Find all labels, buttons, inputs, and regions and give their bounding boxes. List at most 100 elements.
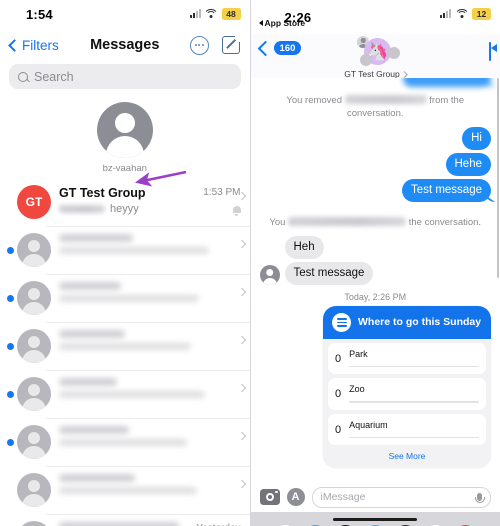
conversation-time: 1:53 PM <box>203 187 241 198</box>
scrollbar[interactable] <box>496 78 499 278</box>
poll-card[interactable]: Where to go this Sunday 0 Park 0 Zoo 0 A… <box>323 306 491 469</box>
conversation-preview: heyyy <box>59 202 203 216</box>
contact-name: bz-vaahan <box>102 163 147 174</box>
status-indicators: 48 <box>189 8 241 20</box>
poll-list-icon <box>332 313 351 332</box>
left-status-bar: 1:54 48 <box>0 0 250 28</box>
preview-text: heyyy <box>110 203 139 215</box>
message-row <box>260 78 491 87</box>
member-avatar-icon <box>360 54 373 66</box>
unread-dot <box>7 295 14 302</box>
microphone-icon[interactable] <box>474 493 485 503</box>
poll-option-label: Park <box>349 349 368 359</box>
search-input[interactable]: Search <box>9 64 241 89</box>
message-row: Heh <box>260 236 492 259</box>
back-button[interactable]: 160 <box>257 34 302 56</box>
blurred-title <box>59 234 133 242</box>
battery-badge: 12 <box>472 8 491 20</box>
conversation-title: GT Test Group <box>59 186 146 200</box>
list-item[interactable] <box>0 226 250 274</box>
right-phone-screen: 2:26 App Store 12 160 🦄 GT Test Group Yo… <box>249 0 500 526</box>
list-item-body <box>59 377 241 398</box>
app-store-icon[interactable]: A <box>286 488 305 506</box>
blurred-title <box>59 426 129 434</box>
see-more-button[interactable]: See More <box>323 449 491 468</box>
blurred-sender <box>59 205 105 213</box>
avatar <box>17 233 51 267</box>
member-avatar-icon <box>357 36 370 48</box>
compose-icon[interactable] <box>221 36 240 54</box>
wifi-icon <box>203 8 219 19</box>
battery-badge: 48 <box>221 8 241 20</box>
poll-option[interactable]: 0 Zoo <box>328 378 486 410</box>
ellipsis-circle-icon[interactable] <box>189 35 209 55</box>
message-bubble-outgoing: Test message <box>402 179 491 202</box>
list-item[interactable]: Yesterday <box>0 514 250 526</box>
list-item-body <box>59 329 241 350</box>
blurred-title <box>59 282 121 290</box>
system-text-before: You <box>269 217 286 228</box>
wifi-icon <box>454 8 469 19</box>
message-bubble-outgoing: Hehe <box>445 153 491 176</box>
blurred-preview <box>59 439 187 446</box>
message-bubble-incoming: Heh <box>284 236 324 259</box>
list-item[interactable] <box>0 370 250 418</box>
list-item[interactable] <box>0 322 250 370</box>
poll-option[interactable]: 0 Park <box>328 343 486 375</box>
list-item[interactable] <box>0 466 250 514</box>
dual-screenshot-container: 1:54 48 Filters Messages Search bz-vaaha… <box>0 0 500 526</box>
list-item[interactable] <box>0 274 250 322</box>
avatar: GT <box>17 185 51 219</box>
unread-dot <box>7 391 14 398</box>
chevron-left-icon <box>8 38 21 52</box>
avatar <box>17 473 51 507</box>
poll-option-body: Zoo <box>349 383 479 403</box>
poll-option-count: 0 <box>335 388 342 401</box>
triangle-left-icon <box>258 20 263 26</box>
unread-dot <box>7 247 14 254</box>
system-text-after: the conversation. <box>408 217 482 228</box>
list-item[interactable]: GT GT Test Group heyyy 1:53 PM <box>0 178 250 226</box>
avatar <box>259 265 280 285</box>
imessage-input[interactable]: iMessage <box>311 486 491 508</box>
message-thread[interactable]: You removed from the conversation. Hi He… <box>250 78 500 482</box>
unread-dot <box>7 439 14 446</box>
message-bubble-incoming: Test message <box>284 262 374 285</box>
message-input-bar: A iMessage <box>250 482 500 512</box>
avatar <box>17 425 51 459</box>
list-item-body: GT Test Group heyyy <box>59 185 203 216</box>
unread-dot <box>7 199 14 206</box>
pinned-contact-card[interactable]: bz-vaahan <box>0 96 250 178</box>
poll-title: Where to go this Sunday <box>358 316 482 328</box>
filters-button[interactable]: Filters <box>8 38 59 53</box>
back-to-app-store-button[interactable]: App Store <box>258 18 306 28</box>
blurred-title <box>59 474 135 482</box>
message-row: Test message <box>260 179 491 202</box>
poll-option[interactable]: 0 Aquarium <box>328 413 486 446</box>
blurred-name <box>288 217 407 226</box>
right-status-bar: 2:26 App Store 12 <box>251 0 500 34</box>
list-item[interactable] <box>0 418 250 466</box>
camera-icon[interactable] <box>259 489 280 505</box>
poll-option-body: Aquarium <box>349 419 479 439</box>
video-camera-icon <box>489 42 491 61</box>
imessage-placeholder: iMessage <box>320 491 366 503</box>
poll-option-count: 0 <box>335 353 342 365</box>
blurred-title <box>59 522 179 526</box>
poll-header: Where to go this Sunday <box>323 306 491 339</box>
poll-option-label: Aquarium <box>349 419 388 430</box>
system-text-before: You removed <box>286 95 342 106</box>
facetime-button[interactable] <box>489 34 491 61</box>
search-icon <box>18 71 28 82</box>
blurred-preview <box>59 295 199 302</box>
group-avatar-cluster: 🦄 <box>350 36 401 68</box>
list-item-meta: Yesterday <box>196 521 240 526</box>
blurred-preview <box>59 391 205 398</box>
blurred-name <box>344 95 427 104</box>
poll-container: Where to go this Sunday 0 Park 0 Zoo 0 A… <box>260 306 491 469</box>
back-app-label: App Store <box>264 18 306 28</box>
cellular-bars-icon <box>189 9 201 19</box>
blurred-outgoing-bubble <box>403 78 491 87</box>
system-message: You removed from the conversation. <box>260 94 492 120</box>
poll-option-bar <box>349 366 479 368</box>
